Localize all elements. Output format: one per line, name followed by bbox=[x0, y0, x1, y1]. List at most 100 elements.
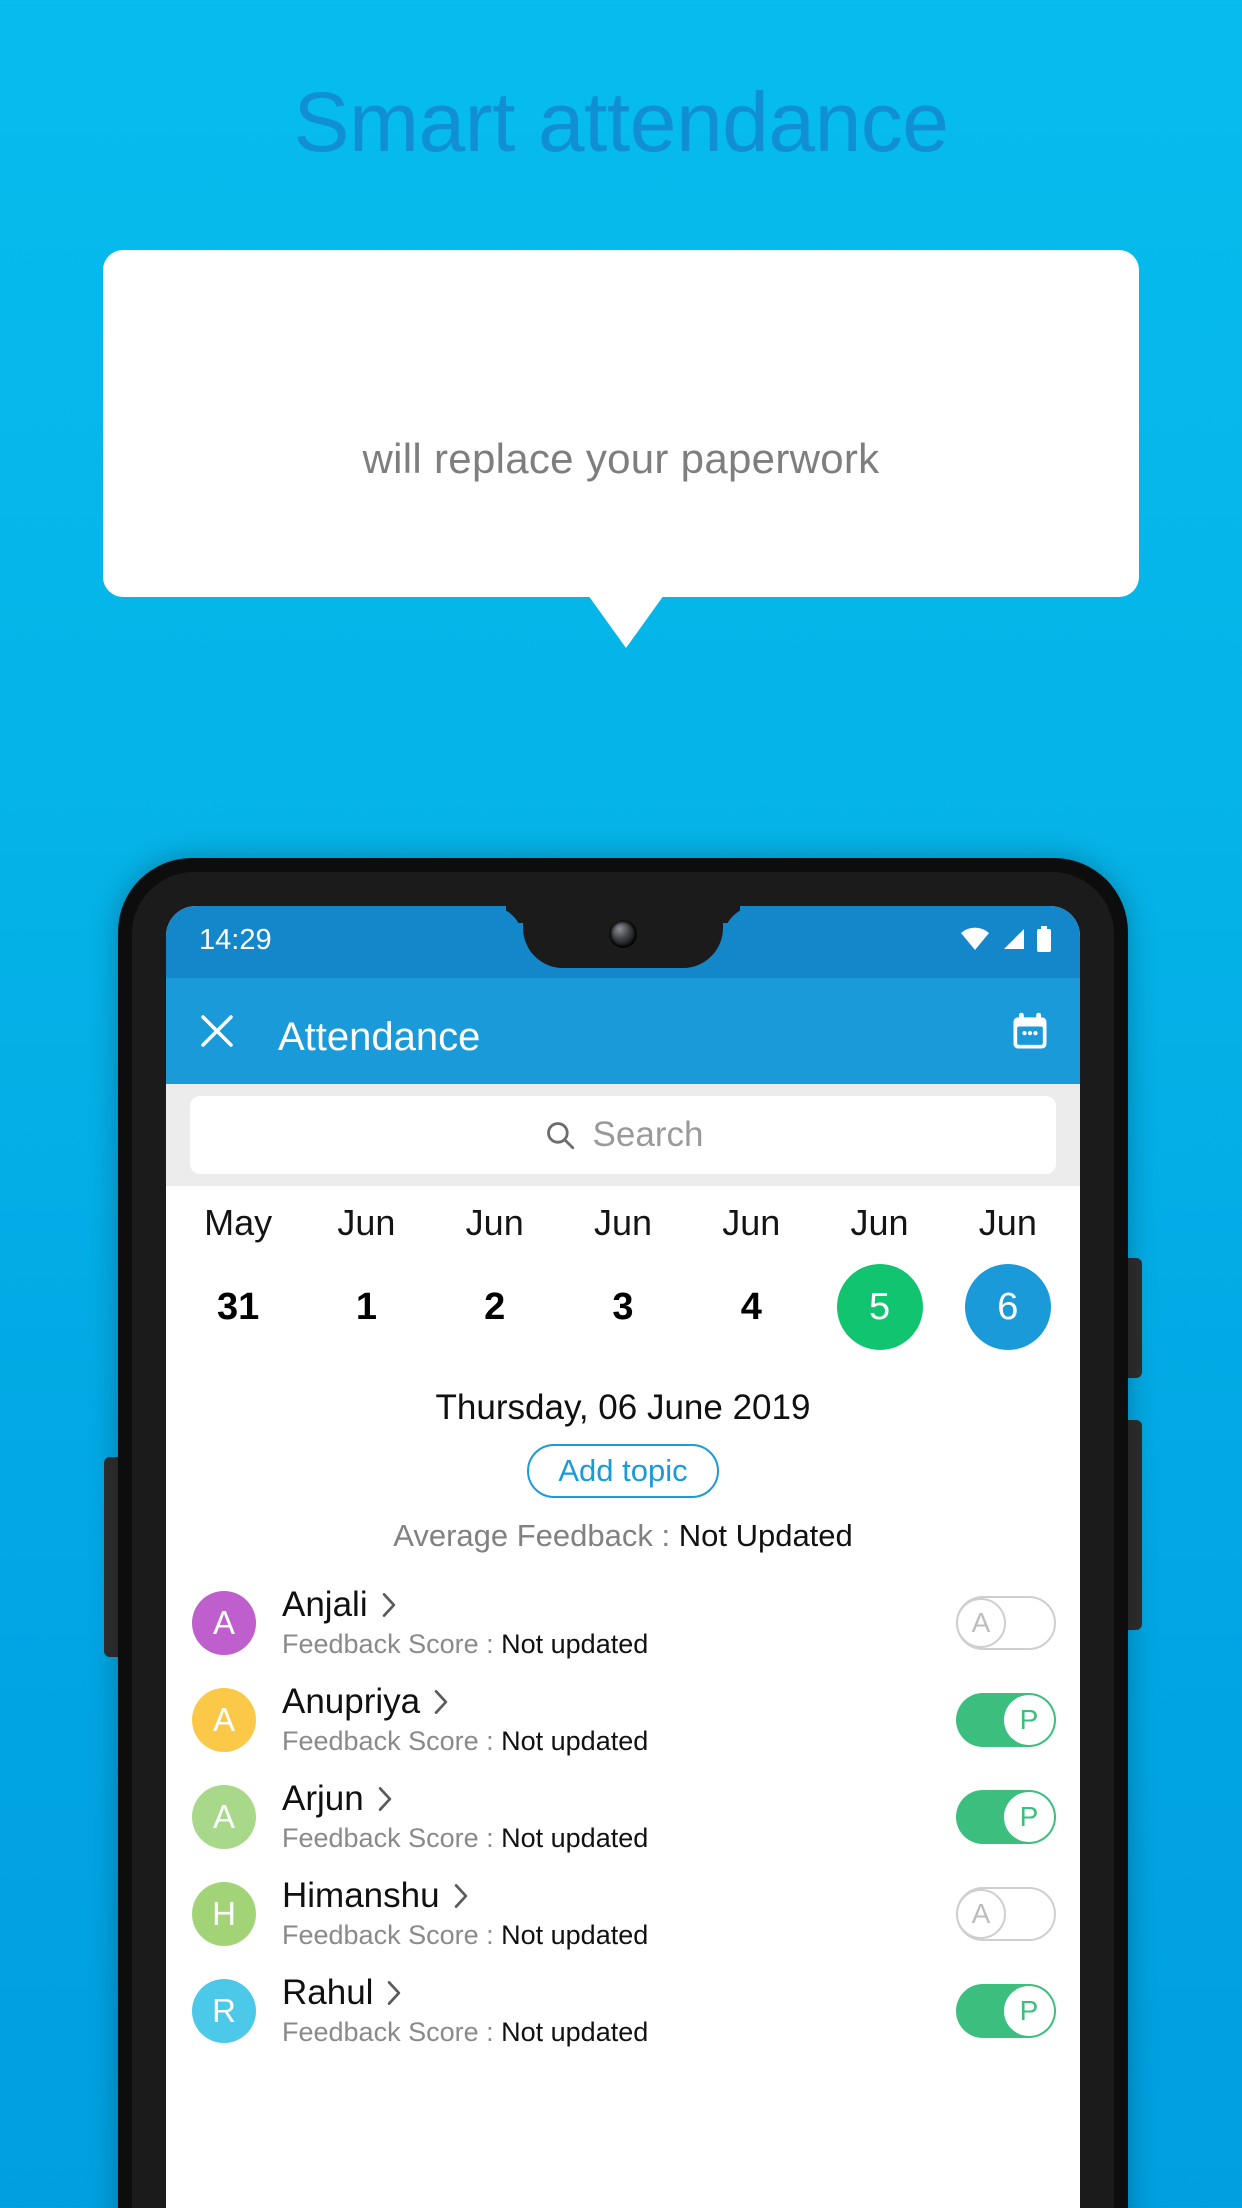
chevron-right-icon bbox=[434, 1690, 448, 1714]
chevron-right-icon bbox=[378, 1787, 391, 1811]
attendance-toggle-knob: P bbox=[1004, 1791, 1054, 1842]
chevron-right-icon bbox=[388, 1981, 401, 2005]
attendance-toggle-knob: A bbox=[956, 1597, 1006, 1648]
student-name-row[interactable]: Himanshu bbox=[282, 1876, 956, 1916]
date-cell-1[interactable]: Jun 1 bbox=[302, 1186, 430, 1350]
student-score: Feedback Score : Not updated bbox=[282, 1726, 956, 1757]
student-name-row[interactable]: Anjali bbox=[282, 1585, 956, 1625]
promo-title: Smart attendance bbox=[293, 75, 949, 169]
student-list: A Anjali Feedback Score : Not updated A bbox=[166, 1574, 1080, 2059]
date-month: Jun bbox=[978, 1202, 1037, 1243]
attendance-toggle-knob: P bbox=[1004, 1694, 1054, 1745]
signal-icon bbox=[1004, 929, 1024, 949]
date-number-wrap: 4 bbox=[708, 1264, 794, 1350]
attendance-toggle[interactable]: P bbox=[956, 1789, 1056, 1844]
student-name: Himanshu bbox=[282, 1876, 440, 1915]
date-month: Jun bbox=[593, 1202, 652, 1243]
table-row[interactable]: A Arjun Feedback Score : Not updated P bbox=[166, 1768, 1080, 1865]
attendance-toggle[interactable]: P bbox=[956, 1983, 1056, 2038]
attendance-toggle[interactable]: P bbox=[956, 1692, 1056, 1747]
date-cell-0[interactable]: May 31 bbox=[174, 1186, 302, 1350]
student-score-value: Not updated bbox=[501, 1823, 649, 1853]
date-number-wrap: 1 bbox=[323, 1264, 409, 1350]
date-number: 1 bbox=[355, 1285, 377, 1328]
student-score-value: Not updated bbox=[501, 1629, 649, 1659]
search-icon bbox=[546, 1122, 574, 1150]
avatar: A bbox=[192, 1784, 256, 1849]
phone-notch bbox=[523, 906, 723, 968]
date-number-wrap-selected: 6 bbox=[964, 1264, 1051, 1350]
date-number-wrap: 31 bbox=[195, 1264, 281, 1350]
avatar: A bbox=[192, 1590, 256, 1655]
student-score-label: Feedback Score : bbox=[282, 1920, 502, 1950]
student-name: Rahul bbox=[282, 1973, 374, 2012]
average-feedback-value: Not Updated bbox=[678, 1518, 853, 1553]
phone-screen: 14:29 Attendance Search May 31 Jun 1 Jun… bbox=[166, 906, 1080, 2208]
average-feedback-label: Average Feedback : bbox=[393, 1518, 679, 1553]
student-name-row[interactable]: Anupriya bbox=[282, 1682, 956, 1722]
date-number: 3 bbox=[612, 1285, 634, 1328]
date-number: 31 bbox=[217, 1285, 260, 1328]
student-score-value: Not updated bbox=[501, 2017, 649, 2047]
student-name: Anjali bbox=[282, 1585, 368, 1624]
student-info: Anjali Feedback Score : Not updated bbox=[282, 1585, 956, 1660]
student-score-label: Feedback Score : bbox=[282, 1726, 502, 1756]
avatar-initial: A bbox=[212, 1797, 235, 1835]
student-score-label: Feedback Score : bbox=[282, 1823, 502, 1853]
close-icon[interactable] bbox=[196, 1010, 238, 1052]
calendar-icon[interactable] bbox=[1008, 1010, 1052, 1054]
student-info: Arjun Feedback Score : Not updated bbox=[282, 1779, 956, 1854]
table-row[interactable]: A Anjali Feedback Score : Not updated A bbox=[166, 1574, 1080, 1671]
app-bar: Attendance bbox=[166, 978, 1080, 1084]
battery-icon bbox=[1037, 926, 1051, 952]
date-month: Jun bbox=[722, 1202, 781, 1243]
student-score-label: Feedback Score : bbox=[282, 1629, 502, 1659]
date-cell-5[interactable]: Jun 5 bbox=[815, 1186, 943, 1350]
attendance-toggle-knob: A bbox=[956, 1888, 1006, 1939]
search-input[interactable]: Search bbox=[190, 1096, 1056, 1174]
avatar: H bbox=[192, 1881, 256, 1946]
student-score-value: Not updated bbox=[501, 1920, 649, 1950]
app-bar-title: Attendance bbox=[278, 1015, 481, 1059]
student-score-value: Not updated bbox=[501, 1726, 649, 1756]
student-info: Anupriya Feedback Score : Not updated bbox=[282, 1682, 956, 1757]
attendance-toggle[interactable]: A bbox=[956, 1595, 1056, 1650]
table-row[interactable]: R Rahul Feedback Score : Not updated P bbox=[166, 1962, 1080, 2059]
date-cell-6[interactable]: Jun 6 bbox=[944, 1186, 1072, 1350]
avatar-initial: A bbox=[212, 1603, 235, 1641]
student-score-label: Feedback Score : bbox=[282, 2017, 502, 2047]
student-name-row[interactable]: Arjun bbox=[282, 1779, 956, 1819]
search-placeholder: Search bbox=[592, 1115, 704, 1154]
promo-card-tail bbox=[588, 595, 664, 648]
student-info: Himanshu Feedback Score : Not updated bbox=[282, 1876, 956, 1951]
student-name: Arjun bbox=[282, 1779, 364, 1818]
average-feedback: Average Feedback : Not Updated bbox=[166, 1518, 1080, 1554]
student-score: Feedback Score : Not updated bbox=[282, 1823, 956, 1854]
table-row[interactable]: A Anupriya Feedback Score : Not updated … bbox=[166, 1671, 1080, 1768]
student-score: Feedback Score : Not updated bbox=[282, 1629, 956, 1660]
date-cell-2[interactable]: Jun 2 bbox=[431, 1186, 559, 1350]
status-icons bbox=[960, 926, 1052, 952]
student-name-row[interactable]: Rahul bbox=[282, 1973, 956, 2013]
student-score: Feedback Score : Not updated bbox=[282, 2017, 956, 2048]
date-cell-4[interactable]: Jun 4 bbox=[687, 1186, 815, 1350]
selected-date-label: Thursday, 06 June 2019 bbox=[435, 1388, 811, 1427]
date-month: Jun bbox=[337, 1202, 396, 1243]
chevron-right-icon bbox=[382, 1593, 395, 1617]
promo-card bbox=[103, 250, 1139, 597]
avatar-initial: R bbox=[212, 1991, 236, 2029]
search-zone: Search bbox=[166, 1084, 1080, 1186]
date-month: Jun bbox=[850, 1202, 909, 1243]
attendance-toggle[interactable]: A bbox=[956, 1886, 1056, 1941]
avatar: A bbox=[192, 1687, 256, 1752]
add-topic-button[interactable]: Add topic bbox=[527, 1444, 719, 1498]
date-number: 2 bbox=[484, 1285, 506, 1328]
date-cell-3[interactable]: Jun 3 bbox=[559, 1186, 687, 1350]
avatar-initial: H bbox=[212, 1894, 236, 1932]
table-row[interactable]: H Himanshu Feedback Score : Not updated … bbox=[166, 1865, 1080, 1962]
promo-subtitle: will replace your paperwork bbox=[362, 435, 880, 482]
date-number-wrap: 2 bbox=[452, 1264, 538, 1350]
wifi-icon bbox=[961, 927, 989, 950]
avatar: R bbox=[192, 1978, 256, 2043]
date-number-wrap: 3 bbox=[580, 1264, 666, 1350]
